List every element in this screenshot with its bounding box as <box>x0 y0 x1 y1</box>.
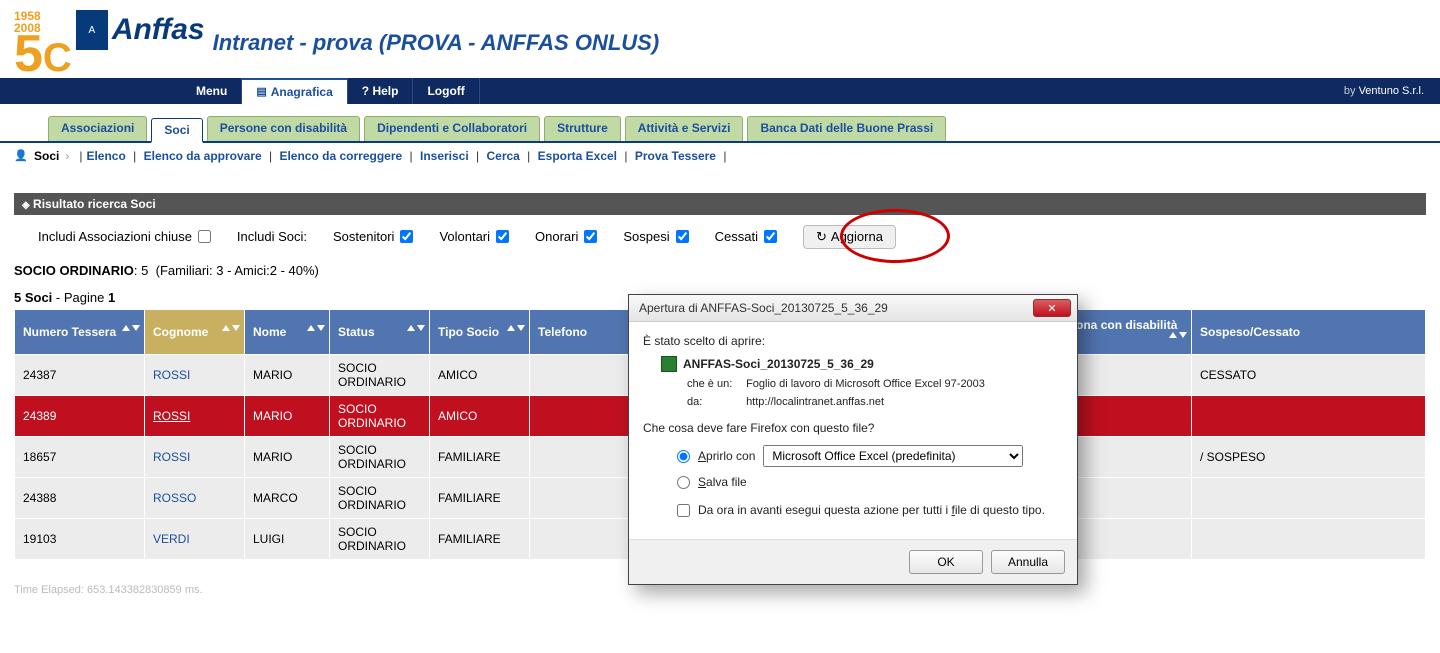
tab-persone-con-disabilit-[interactable]: Persone con disabilità <box>207 116 360 141</box>
logo-text: Anffas <box>112 13 205 47</box>
excel-file-icon <box>661 356 677 372</box>
subnav-elenco-da-correggere[interactable]: Elenco da correggere <box>279 149 402 163</box>
col-nome[interactable]: Nome <box>245 309 330 354</box>
dialog-filename: ANFFAS-Soci_20130725_5_36_29 <box>683 357 874 371</box>
cancel-button[interactable]: Annulla <box>991 550 1065 574</box>
cognome-link[interactable]: ROSSO <box>153 491 196 505</box>
help-button[interactable]: ? Help <box>348 78 414 104</box>
app-header: 1958 2008 5C A Anffas Intranet - prova (… <box>0 0 1440 78</box>
col-cognome[interactable]: Cognome <box>145 309 245 354</box>
company-link[interactable]: Ventuno S.r.l. <box>1359 85 1424 97</box>
subnav-esporta-excel[interactable]: Esporta Excel <box>538 149 617 163</box>
cognome-link[interactable]: VERDI <box>153 532 190 546</box>
refresh-icon: ↻ <box>816 229 827 245</box>
dialog-meta: che è un: Foglio di lavoro di Microsoft … <box>687 376 1063 411</box>
filter-onorari[interactable]: Onorari <box>535 229 597 244</box>
col-tipo[interactable]: Tipo Socio <box>430 309 530 354</box>
download-dialog: Apertura di ANFFAS-Soci_20130725_5_36_29… <box>628 294 1078 585</box>
credit: by Ventuno S.r.l. <box>1344 85 1440 97</box>
subnav: 👤 Soci › | Elenco | Elenco da approvare … <box>0 143 1440 169</box>
menu-button[interactable]: Menu <box>182 78 242 104</box>
open-with-select[interactable]: Microsoft Office Excel (predefinita) <box>763 445 1023 467</box>
volontari-checkbox[interactable] <box>496 230 509 243</box>
logo-icon: A <box>76 10 108 50</box>
dialog-titlebar[interactable]: Apertura di ANFFAS-Soci_20130725_5_36_29… <box>629 295 1077 322</box>
dialog-question: Che cosa deve fare Firefox con questo fi… <box>643 421 1063 435</box>
filter-closed[interactable]: Includi Associazioni chiuse <box>38 229 211 244</box>
top-bar: Menu ▤ Anagrafica ? Help Logoff by Ventu… <box>0 78 1440 104</box>
tab-soci[interactable]: Soci <box>151 118 202 143</box>
logo: 1958 2008 5C A Anffas <box>14 10 205 76</box>
remember-option[interactable]: Da ora in avanti esegui questa azione pe… <box>677 503 1063 517</box>
close-button[interactable]: ✕ <box>1033 299 1071 317</box>
page-title: Intranet - prova (PROVA - ANFFAS ONLUS) <box>213 30 660 56</box>
section-title: ◈ Risultato ricerca Soci <box>14 193 1426 215</box>
save-file-option[interactable]: Salva file <box>677 475 1063 489</box>
user-icon: 👤 <box>14 149 28 163</box>
subnav-cerca[interactable]: Cerca <box>486 149 519 163</box>
tab-banca-dati-delle-buone-prassi[interactable]: Banca Dati delle Buone Prassi <box>747 116 946 141</box>
save-file-radio[interactable] <box>677 476 690 489</box>
tab-associazioni[interactable]: Associazioni <box>48 116 147 141</box>
refresh-button[interactable]: ↻ Aggiorna <box>803 225 896 249</box>
remember-checkbox[interactable] <box>677 504 690 517</box>
col-tessera[interactable]: Numero Tessera <box>15 309 145 354</box>
tabs-row: AssociazioniSociPersone con disabilitàDi… <box>0 116 1440 143</box>
filter-bar: Includi Associazioni chiuse Includi Soci… <box>14 215 1426 259</box>
document-icon: ▤ <box>256 85 266 98</box>
subnav-elenco[interactable]: Elenco <box>86 149 125 163</box>
subnav-elenco-da-approvare[interactable]: Elenco da approvare <box>144 149 262 163</box>
subnav-prova-tessere[interactable]: Prova Tessere <box>635 149 716 163</box>
cessati-checkbox[interactable] <box>764 230 777 243</box>
subnav-inserisci[interactable]: Inserisci <box>420 149 469 163</box>
logo-anniversary: 1958 2008 5C <box>14 10 72 76</box>
filter-sostenitori[interactable]: Sostenitori <box>333 229 413 244</box>
filter-sospesi[interactable]: Sospesi <box>623 229 688 244</box>
anagrafica-button[interactable]: ▤ Anagrafica <box>242 78 347 104</box>
include-soci-label: Includi Soci: <box>237 229 307 244</box>
tab-attivit-e-servizi[interactable]: Attività e Servizi <box>625 116 744 141</box>
logoff-button[interactable]: Logoff <box>413 78 479 104</box>
closed-checkbox[interactable] <box>198 230 211 243</box>
col-status[interactable]: Status <box>330 309 430 354</box>
open-with-radio[interactable] <box>677 450 690 463</box>
onorari-checkbox[interactable] <box>584 230 597 243</box>
logo-anffas: A Anffas <box>76 10 205 50</box>
tab-strutture[interactable]: Strutture <box>544 116 621 141</box>
logo-50-digit: 5C <box>14 34 72 76</box>
sospesi-checkbox[interactable] <box>676 230 689 243</box>
top-menus: Menu ▤ Anagrafica ? Help Logoff <box>182 78 480 104</box>
dialog-lead: È stato scelto di aprire: <box>643 334 1063 348</box>
dialog-title: Apertura di ANFFAS-Soci_20130725_5_36_29 <box>639 301 888 315</box>
cognome-link[interactable]: ROSSI <box>153 368 190 382</box>
breadcrumb: Soci <box>34 149 59 163</box>
sostenitori-checkbox[interactable] <box>400 230 413 243</box>
filter-cessati[interactable]: Cessati <box>715 229 777 244</box>
cognome-link[interactable]: ROSSI <box>153 450 190 464</box>
col-sospeso[interactable]: Sospeso/Cessato <box>1192 309 1426 354</box>
open-with-option[interactable]: Aprirlo con Microsoft Office Excel (pred… <box>677 445 1063 467</box>
cognome-link[interactable]: ROSSI <box>153 409 190 423</box>
filter-volontari[interactable]: Volontari <box>439 229 509 244</box>
summary: SOCIO ORDINARIO: 5 (Familiari: 3 - Amici… <box>14 259 1426 282</box>
tab-dipendenti-e-collaboratori[interactable]: Dipendenti e Collaboratori <box>364 116 540 141</box>
ok-button[interactable]: OK <box>909 550 983 574</box>
